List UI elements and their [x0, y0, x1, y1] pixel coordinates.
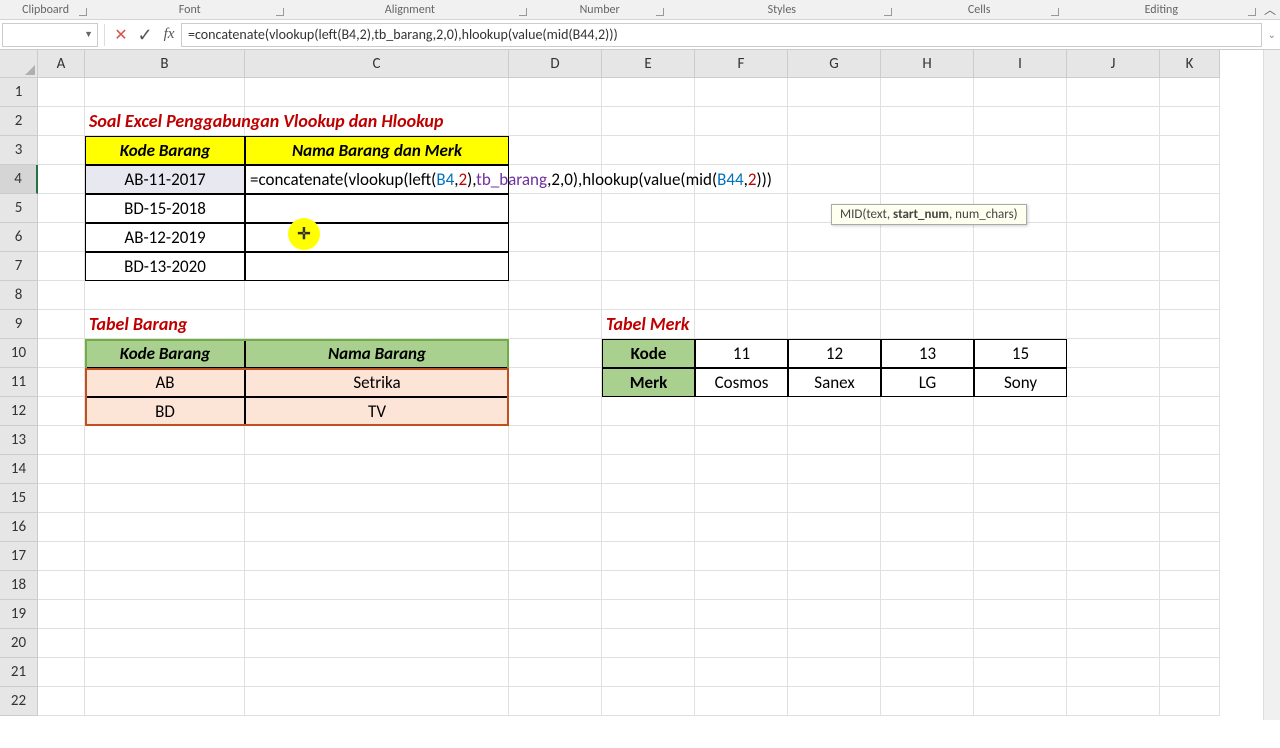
title-cell[interactable]: Soal Excel Penggabungan Vlookup dan Hloo… [85, 107, 245, 136]
row-header[interactable]: 17 [0, 542, 38, 571]
tb-cell[interactable]: TV [245, 397, 509, 426]
merk-name[interactable]: Sanex [788, 368, 881, 397]
col-header-A[interactable]: A [38, 50, 85, 78]
col-header-H[interactable]: H [881, 50, 974, 78]
tb-cell[interactable]: Setrika [245, 368, 509, 397]
row-header[interactable]: 3 [0, 136, 38, 165]
formula-bar-expand-icon[interactable]: ⌄ [1268, 28, 1276, 41]
column-headers: A B C D E F G H I J K [38, 50, 1220, 78]
data-cell[interactable] [245, 194, 509, 223]
ribbon-group-cells: Cells [896, 3, 1063, 17]
insert-function-button[interactable]: fx [157, 23, 181, 47]
scrollbar-vertical[interactable] [1263, 50, 1280, 720]
ribbon-groups: Clipboard Font Alignment Number Styles C… [0, 0, 1280, 20]
data-cell[interactable]: AB-12-2019 [85, 223, 245, 252]
tb-cell[interactable]: AB [85, 368, 245, 397]
formula-bar: ▼ ✕ ✓ fx =concatenate(vlookup(left(B4,2)… [0, 20, 1280, 50]
data-cell[interactable] [245, 252, 509, 281]
active-formula-cell[interactable]: =concatenate(vlookup(left(B4,2),tb_baran… [245, 165, 509, 194]
col-header-C[interactable]: C [245, 50, 509, 78]
row-header[interactable]: 7 [0, 252, 38, 281]
formula-input[interactable]: =concatenate(vlookup(left(B4,2),tb_baran… [181, 23, 1262, 47]
row-header[interactable]: 9 [0, 310, 38, 339]
merk-name[interactable]: LG [881, 368, 974, 397]
row-headers: 1 2 3 4 5 6 7 8 9 10 11 12 13 14 15 16 1… [0, 78, 38, 748]
data-cell[interactable] [245, 223, 509, 252]
col-header-K[interactable]: K [1160, 50, 1220, 78]
tb-header-kode[interactable]: Kode Barang [85, 339, 245, 368]
tb-header-nama[interactable]: Nama Barang [245, 339, 509, 368]
formula-confirm-button[interactable]: ✓ [133, 23, 157, 47]
ribbon-group-clipboard: Clipboard [0, 3, 91, 17]
cell-grid[interactable]: Soal Excel Penggabungan Vlookup dan Hloo… [38, 78, 1220, 748]
ribbon-group-font: Font [91, 3, 288, 17]
ribbon-group-editing: Editing [1063, 3, 1260, 17]
formula-cancel-button[interactable]: ✕ [109, 23, 133, 47]
merk-name[interactable]: Sony [974, 368, 1067, 397]
collapse-ribbon-icon[interactable]: ︿ [1260, 1, 1280, 18]
col-header-E[interactable]: E [602, 50, 695, 78]
tb-cell[interactable]: BD [85, 397, 245, 426]
col-header-D[interactable]: D [509, 50, 602, 78]
data-cell[interactable]: BD-13-2020 [85, 252, 245, 281]
data-cell[interactable]: AB-11-2017 [85, 165, 245, 194]
row-header[interactable]: 11 [0, 368, 38, 397]
merk-merk-label[interactable]: Merk [602, 368, 695, 397]
name-box-dropdown-icon[interactable]: ▼ [83, 29, 93, 40]
cursor-highlight-icon: ✛ [288, 218, 320, 250]
ribbon-group-styles: Styles [668, 3, 896, 17]
row-header[interactable]: 2 [0, 107, 38, 136]
col-header-G[interactable]: G [788, 50, 881, 78]
function-tooltip: MID(text, start_num, num_chars) [831, 204, 1027, 225]
col-header-I[interactable]: I [974, 50, 1067, 78]
row-header[interactable]: 13 [0, 426, 38, 455]
row-header[interactable]: 22 [0, 687, 38, 716]
row-header[interactable]: 15 [0, 484, 38, 513]
ribbon-group-alignment: Alignment [288, 3, 531, 17]
col-header-J[interactable]: J [1067, 50, 1160, 78]
row-header[interactable]: 21 [0, 658, 38, 687]
row-header[interactable]: 12 [0, 397, 38, 426]
merk-kode[interactable]: 12 [788, 339, 881, 368]
row-header[interactable]: 5 [0, 194, 38, 223]
ribbon-group-number: Number [531, 3, 668, 17]
merk-name[interactable]: Cosmos [695, 368, 788, 397]
select-all-button[interactable] [0, 50, 38, 78]
name-box[interactable]: ▼ [2, 23, 98, 47]
row-header[interactable]: 14 [0, 455, 38, 484]
col-header-F[interactable]: F [695, 50, 788, 78]
row-header[interactable]: 16 [0, 513, 38, 542]
row-header[interactable]: 4 [0, 165, 38, 194]
merk-kode-label[interactable]: Kode [602, 339, 695, 368]
merk-kode[interactable]: 11 [695, 339, 788, 368]
formula-display: =concatenate(vlookup(left(B4,2),tb_baran… [250, 169, 772, 190]
tabel-barang-title[interactable]: Tabel Barang [85, 310, 245, 339]
tabel-merk-title[interactable]: Tabel Merk [602, 310, 695, 339]
merk-kode[interactable]: 15 [974, 339, 1067, 368]
row-header[interactable]: 8 [0, 281, 38, 310]
row-header[interactable]: 20 [0, 629, 38, 658]
row-header[interactable]: 1 [0, 78, 38, 107]
header-nama-barang-merk[interactable]: Nama Barang dan Merk [245, 136, 509, 165]
row-header[interactable]: 10 [0, 339, 38, 368]
row-header[interactable]: 18 [0, 571, 38, 600]
data-cell[interactable]: BD-15-2018 [85, 194, 245, 223]
col-header-B[interactable]: B [85, 50, 245, 78]
merk-kode[interactable]: 13 [881, 339, 974, 368]
header-kode-barang[interactable]: Kode Barang [85, 136, 245, 165]
row-header[interactable]: 19 [0, 600, 38, 629]
row-header[interactable]: 6 [0, 223, 38, 252]
